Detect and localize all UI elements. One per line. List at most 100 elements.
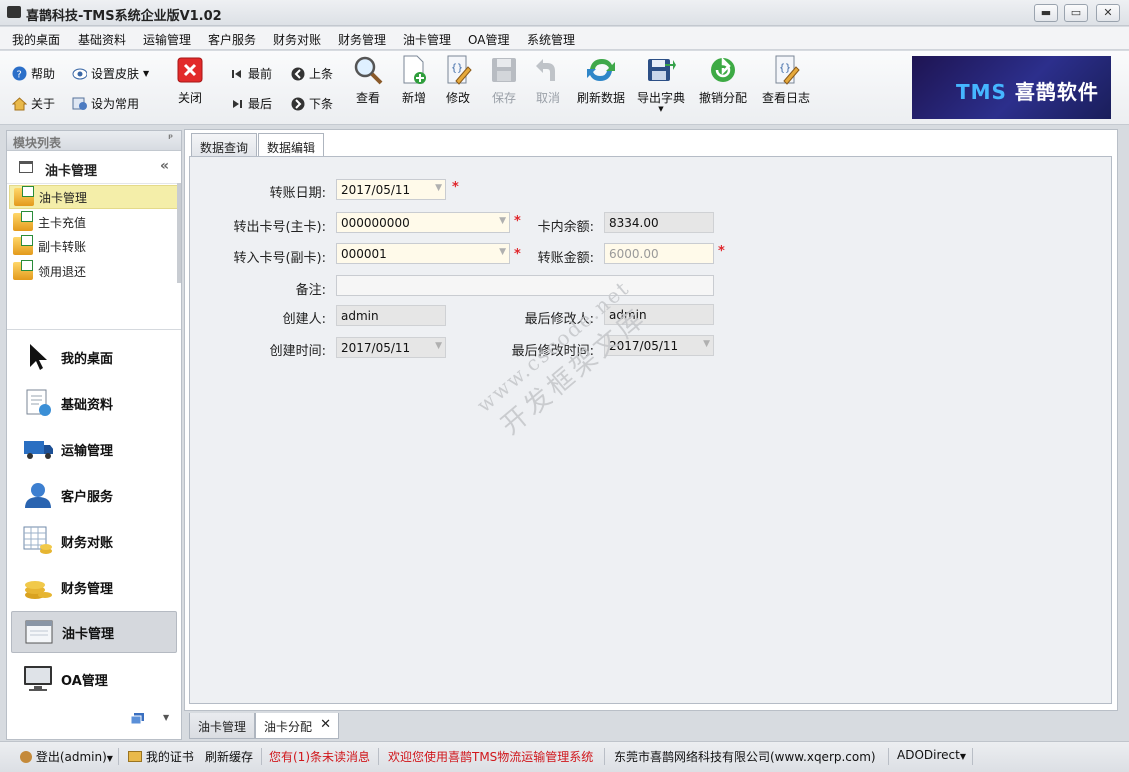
cancel-button[interactable]: 取消 bbox=[530, 55, 566, 106]
tab-data-query[interactable]: 数据查询 bbox=[191, 133, 258, 156]
card-icon bbox=[13, 211, 33, 231]
maximize-button[interactable]: ▭ bbox=[1064, 4, 1088, 22]
dropdown-arrow-icon[interactable]: ▼ bbox=[499, 216, 506, 226]
window-icon bbox=[24, 617, 54, 647]
export-dictionary-button[interactable]: 导出字典 ▼ bbox=[636, 55, 686, 113]
refresh-data-button[interactable]: 刷新数据 bbox=[574, 55, 628, 106]
close-button[interactable]: 关闭 bbox=[172, 55, 208, 106]
nav-customer-service[interactable]: 客户服务 bbox=[11, 474, 177, 516]
nav-my-desktop[interactable]: 我的桌面 bbox=[11, 336, 177, 378]
unread-messages[interactable]: 您有(1)条未读消息 bbox=[269, 748, 370, 765]
favorite-icon bbox=[72, 96, 87, 111]
skin-button[interactable]: 设置皮肤 ▼ bbox=[72, 65, 149, 82]
close-window-button[interactable]: ✕ bbox=[1096, 4, 1120, 22]
card-icon bbox=[14, 186, 34, 206]
required-mark: * bbox=[514, 247, 521, 262]
transfer-date-field[interactable]: 2017/05/11 ▼ bbox=[336, 179, 446, 200]
tab-data-edit[interactable]: 数据编辑 bbox=[258, 133, 325, 157]
menu-my-desktop[interactable]: 我的桌面 bbox=[12, 31, 60, 48]
prev-record-button[interactable]: 上条 bbox=[290, 65, 333, 82]
refresh-cache-button[interactable]: 刷新缓存 bbox=[205, 748, 253, 765]
minimize-button[interactable]: ▬ bbox=[1034, 4, 1058, 22]
created-time-field: 2017/05/11 ▼ bbox=[336, 337, 446, 358]
menu-finance[interactable]: 财务管理 bbox=[338, 31, 386, 48]
logout-button[interactable]: 登出(admin)▼ bbox=[20, 748, 113, 765]
banner-name: 喜鹊软件 bbox=[1014, 80, 1099, 104]
creator-field: admin bbox=[336, 305, 446, 326]
tree-item-main-recharge[interactable]: 主卡充值 bbox=[9, 210, 179, 234]
save-button[interactable]: 保存 bbox=[486, 55, 522, 106]
tree-item-return[interactable]: 领用退还 bbox=[9, 259, 179, 283]
document-tabs: 油卡管理 油卡分配 ✕ bbox=[184, 712, 1118, 740]
amount-field[interactable]: 6000.00 bbox=[604, 243, 714, 264]
dropdown-arrow-icon[interactable]: ▼ bbox=[499, 247, 506, 257]
menu-fuel-card[interactable]: 油卡管理 bbox=[403, 31, 451, 48]
svg-text:?: ? bbox=[17, 70, 22, 81]
undo-icon bbox=[533, 55, 563, 85]
required-mark: * bbox=[718, 244, 725, 259]
edit-icon: {} bbox=[443, 55, 473, 85]
collapse-icon[interactable]: « bbox=[160, 158, 169, 174]
db-driver-selector[interactable]: ADODirect▼ bbox=[897, 748, 966, 762]
export-save-icon bbox=[646, 55, 676, 85]
nav-finance-reconcile[interactable]: 财务对账 bbox=[11, 520, 177, 562]
nav-fuel-card[interactable]: 油卡管理 bbox=[11, 611, 177, 653]
add-button[interactable]: 新增 bbox=[396, 55, 432, 106]
new-document-icon bbox=[399, 55, 429, 85]
tree-item-sub-transfer[interactable]: 副卡转账 bbox=[9, 234, 179, 258]
menu-transport[interactable]: 运输管理 bbox=[143, 31, 191, 48]
balance-field: 8334.00 bbox=[604, 212, 714, 233]
module-panel: 模块列表 ᵖ 油卡管理 « 油卡管理 主卡充值 副卡转账 领用退还 我的桌面 基… bbox=[6, 130, 182, 740]
log-icon: {} bbox=[771, 55, 801, 85]
amount-label: 转账金额: bbox=[537, 251, 594, 266]
dropdown-arrow-icon[interactable]: ▼ bbox=[435, 183, 442, 193]
pin-icon[interactable]: ᵖ bbox=[168, 133, 173, 144]
first-record-button[interactable]: 最前 bbox=[229, 65, 272, 82]
doc-tab-fuel-assign[interactable]: 油卡分配 ✕ bbox=[255, 713, 340, 739]
menu-system[interactable]: 系统管理 bbox=[527, 31, 575, 48]
set-favorite-button[interactable]: 设为常用 bbox=[72, 95, 139, 112]
menu-finance-reconcile[interactable]: 财务对账 bbox=[273, 31, 321, 48]
edit-button[interactable]: {} 修改 bbox=[440, 55, 476, 106]
windows-icon[interactable] bbox=[130, 713, 145, 725]
tree-scrollbar[interactable] bbox=[177, 183, 181, 283]
nav-basic-data[interactable]: 基础资料 bbox=[11, 382, 177, 424]
menu-basic-data[interactable]: 基础资料 bbox=[78, 31, 126, 48]
certificate-button[interactable]: 我的证书 bbox=[128, 748, 194, 765]
more-arrow-icon[interactable]: ▼ bbox=[163, 713, 169, 722]
monitor-icon bbox=[23, 664, 53, 694]
next-record-button[interactable]: 下条 bbox=[290, 95, 333, 112]
user-icon bbox=[20, 751, 32, 763]
doc-tab-fuel-card[interactable]: 油卡管理 bbox=[189, 713, 256, 739]
close-tab-icon[interactable]: ✕ bbox=[320, 717, 331, 732]
app-icon bbox=[7, 6, 21, 18]
first-icon bbox=[229, 66, 244, 81]
view-log-button[interactable]: {} 查看日志 bbox=[760, 55, 812, 106]
company-info: 东莞市喜鹊网络科技有限公司(www.xqerp.com) bbox=[614, 750, 876, 764]
tree-item-fuel-card[interactable]: 油卡管理 bbox=[9, 185, 179, 209]
nav-oa[interactable]: OA管理 bbox=[11, 658, 177, 700]
card-icon bbox=[13, 260, 33, 280]
nav-finance[interactable]: 财务管理 bbox=[11, 566, 177, 608]
menu-customer-service[interactable]: 客户服务 bbox=[208, 31, 256, 48]
export-dropdown-icon[interactable]: ▼ bbox=[636, 106, 686, 113]
save-icon bbox=[489, 55, 519, 85]
undo-assign-button[interactable]: 撤销分配 bbox=[697, 55, 749, 106]
view-button[interactable]: 查看 bbox=[350, 55, 386, 106]
last-record-button[interactable]: 最后 bbox=[229, 95, 272, 112]
card-icon bbox=[13, 235, 33, 255]
brand-banner: TMS 喜鹊软件 bbox=[912, 56, 1111, 119]
out-card-field[interactable]: 000000000 ▼ bbox=[336, 212, 510, 233]
nav-transport[interactable]: 运输管理 bbox=[11, 428, 177, 470]
about-button[interactable]: 关于 bbox=[12, 95, 55, 112]
in-card-field[interactable]: 000001 ▼ bbox=[336, 243, 510, 264]
banner-brand: TMS bbox=[956, 80, 1007, 104]
certificate-icon bbox=[128, 751, 142, 762]
refresh-icon bbox=[586, 55, 616, 85]
required-mark: * bbox=[514, 214, 521, 229]
cursor-icon bbox=[23, 342, 53, 372]
svg-text:{}: {} bbox=[779, 63, 791, 74]
help-button[interactable]: ? 帮助 bbox=[12, 65, 55, 82]
menu-oa[interactable]: OA管理 bbox=[468, 31, 509, 48]
group-header[interactable]: 油卡管理 « bbox=[7, 152, 181, 184]
